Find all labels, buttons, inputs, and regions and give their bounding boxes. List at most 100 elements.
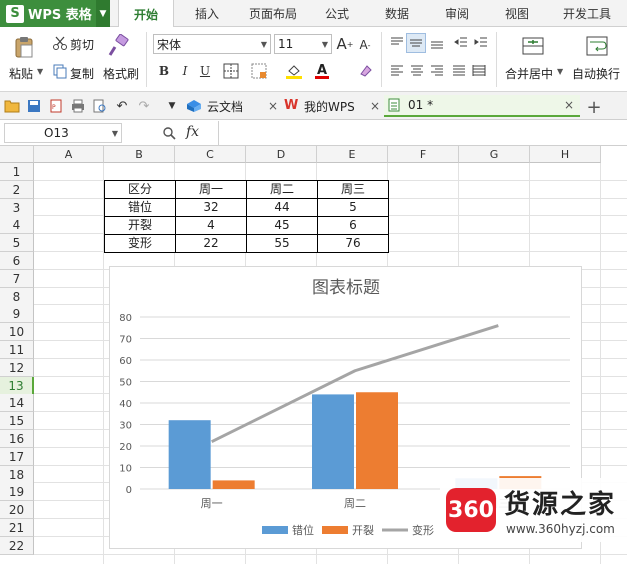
print-icon[interactable]	[70, 98, 86, 114]
format-painter-button[interactable]: 格式刷	[103, 65, 139, 82]
row-header-1[interactable]: 1	[0, 163, 34, 181]
select-all-corner[interactable]	[0, 146, 34, 163]
row-header-3[interactable]: 3	[0, 198, 34, 217]
column-header-g[interactable]: G	[459, 146, 530, 163]
close-icon[interactable]: ×	[564, 98, 574, 112]
table-header-cell[interactable]: 周一	[175, 180, 247, 199]
row-header-7[interactable]: 7	[0, 269, 34, 288]
table-header-cell[interactable]: 周二	[246, 180, 318, 199]
row-header-18[interactable]: 18	[0, 465, 34, 484]
row-header-4[interactable]: 4	[0, 216, 34, 235]
align-top-icon[interactable]	[388, 34, 406, 52]
customize-toolbar-icon[interactable]: ▼	[164, 98, 180, 114]
paste-icon[interactable]	[10, 34, 38, 60]
tab-page-layout[interactable]: 页面布局	[240, 0, 306, 27]
insert-function-icon[interactable]: fx	[186, 124, 199, 140]
table-cell[interactable]: 44	[246, 198, 318, 217]
row-header-17[interactable]: 17	[0, 447, 34, 466]
name-box[interactable]: O13 ▼	[4, 123, 122, 143]
row-header-6[interactable]: 6	[0, 252, 34, 270]
row-header-2[interactable]: 2	[0, 180, 34, 199]
tab-formulas[interactable]: 公式	[314, 0, 360, 27]
undo-icon[interactable]: ↶	[114, 98, 130, 114]
font-color-icon[interactable]: A	[312, 61, 332, 81]
wrap-text-icon[interactable]	[584, 33, 610, 59]
tab-view[interactable]: 视图	[494, 0, 540, 27]
distributed-icon[interactable]	[470, 62, 488, 80]
table-cell[interactable]: 22	[175, 234, 247, 253]
italic-button[interactable]: I	[176, 62, 194, 80]
column-header-b[interactable]: B	[104, 146, 175, 163]
open-folder-icon[interactable]	[4, 98, 20, 114]
table-cell[interactable]: 55	[246, 234, 318, 253]
decrease-indent-icon[interactable]	[452, 34, 470, 52]
table-cell[interactable]: 32	[175, 198, 247, 217]
fill-color-icon[interactable]	[282, 62, 306, 80]
chevron-down-icon[interactable]: ▼	[96, 0, 110, 27]
close-icon[interactable]: ×	[268, 99, 278, 113]
row-header-16[interactable]: 16	[0, 430, 34, 448]
table-header-cell[interactable]: 区分	[104, 180, 176, 199]
underline-button[interactable]: U	[196, 62, 214, 80]
table-cell[interactable]: 5	[317, 198, 389, 217]
font-name-select[interactable]: 宋体 ▼	[153, 34, 271, 54]
formula-input[interactable]	[218, 121, 627, 146]
font-size-select[interactable]: 11 ▼	[274, 34, 332, 54]
clear-format-icon[interactable]	[358, 62, 374, 80]
row-header-20[interactable]: 20	[0, 501, 34, 520]
app-menu-button[interactable]: S WPS 表格 ▼	[0, 0, 110, 27]
align-left-icon[interactable]	[388, 62, 406, 80]
doc-tab-cloud[interactable]: 云文档 ×	[186, 95, 278, 117]
column-header-c[interactable]: C	[175, 146, 246, 163]
table-cell[interactable]: 错位	[104, 198, 176, 217]
new-tab-plus-icon[interactable]: +	[584, 97, 604, 118]
brush-icon[interactable]	[106, 33, 132, 59]
fill-pattern-icon[interactable]	[248, 62, 270, 80]
align-center-icon[interactable]	[408, 62, 426, 80]
bold-button[interactable]: B	[155, 62, 173, 80]
row-header-13[interactable]: 13	[0, 376, 34, 395]
tab-data[interactable]: 数据	[374, 0, 420, 27]
table-cell[interactable]: 4	[175, 216, 247, 235]
doc-tab-active[interactable]: 01 * ×	[384, 95, 580, 117]
merge-dropdown-icon[interactable]: ▼	[557, 67, 563, 76]
table-cell[interactable]: 76	[317, 234, 389, 253]
row-header-15[interactable]: 15	[0, 412, 34, 431]
row-header-5[interactable]: 5	[0, 234, 34, 253]
grow-font-icon[interactable]: A +	[336, 34, 354, 54]
row-header-10[interactable]: 10	[0, 323, 34, 342]
tab-developer[interactable]: 开发工具	[552, 0, 622, 27]
paste-button[interactable]: 粘贴	[9, 65, 33, 82]
row-header-22[interactable]: 22	[0, 536, 34, 555]
align-bottom-icon[interactable]	[428, 34, 446, 52]
align-middle-icon[interactable]	[406, 33, 426, 53]
row-header-14[interactable]: 14	[0, 394, 34, 413]
cut-button[interactable]: 剪切	[70, 36, 94, 53]
border-icon[interactable]	[220, 62, 242, 80]
align-right-icon[interactable]	[428, 62, 446, 80]
column-header-e[interactable]: E	[317, 146, 388, 163]
auto-wrap-button[interactable]: 自动换行	[572, 65, 620, 82]
table-cell[interactable]: 变形	[104, 234, 176, 253]
column-header-h[interactable]: H	[530, 146, 601, 163]
justify-icon[interactable]	[450, 62, 468, 80]
table-cell[interactable]: 6	[317, 216, 389, 235]
table-cell[interactable]: 开裂	[104, 216, 176, 235]
copy-button[interactable]: 复制	[70, 65, 94, 82]
row-header-11[interactable]: 11	[0, 341, 34, 359]
row-header-8[interactable]: 8	[0, 287, 34, 306]
paste-dropdown-icon[interactable]: ▼	[37, 67, 43, 76]
row-header-19[interactable]: 19	[0, 483, 34, 502]
redo-icon[interactable]: ↷	[136, 98, 152, 114]
row-header-21[interactable]: 21	[0, 519, 34, 537]
tab-review[interactable]: 审阅	[434, 0, 480, 27]
row-header-12[interactable]: 12	[0, 358, 34, 377]
zoom-lookup-icon[interactable]	[160, 124, 178, 142]
merge-center-icon[interactable]	[520, 33, 546, 59]
column-header-f[interactable]: F	[388, 146, 459, 163]
increase-indent-icon[interactable]	[472, 34, 490, 52]
table-cell[interactable]: 45	[246, 216, 318, 235]
print-preview-icon[interactable]	[92, 98, 108, 114]
shrink-font-icon[interactable]: A-	[356, 35, 374, 55]
doc-tab-my-wps[interactable]: W 我的WPS ×	[284, 95, 380, 117]
